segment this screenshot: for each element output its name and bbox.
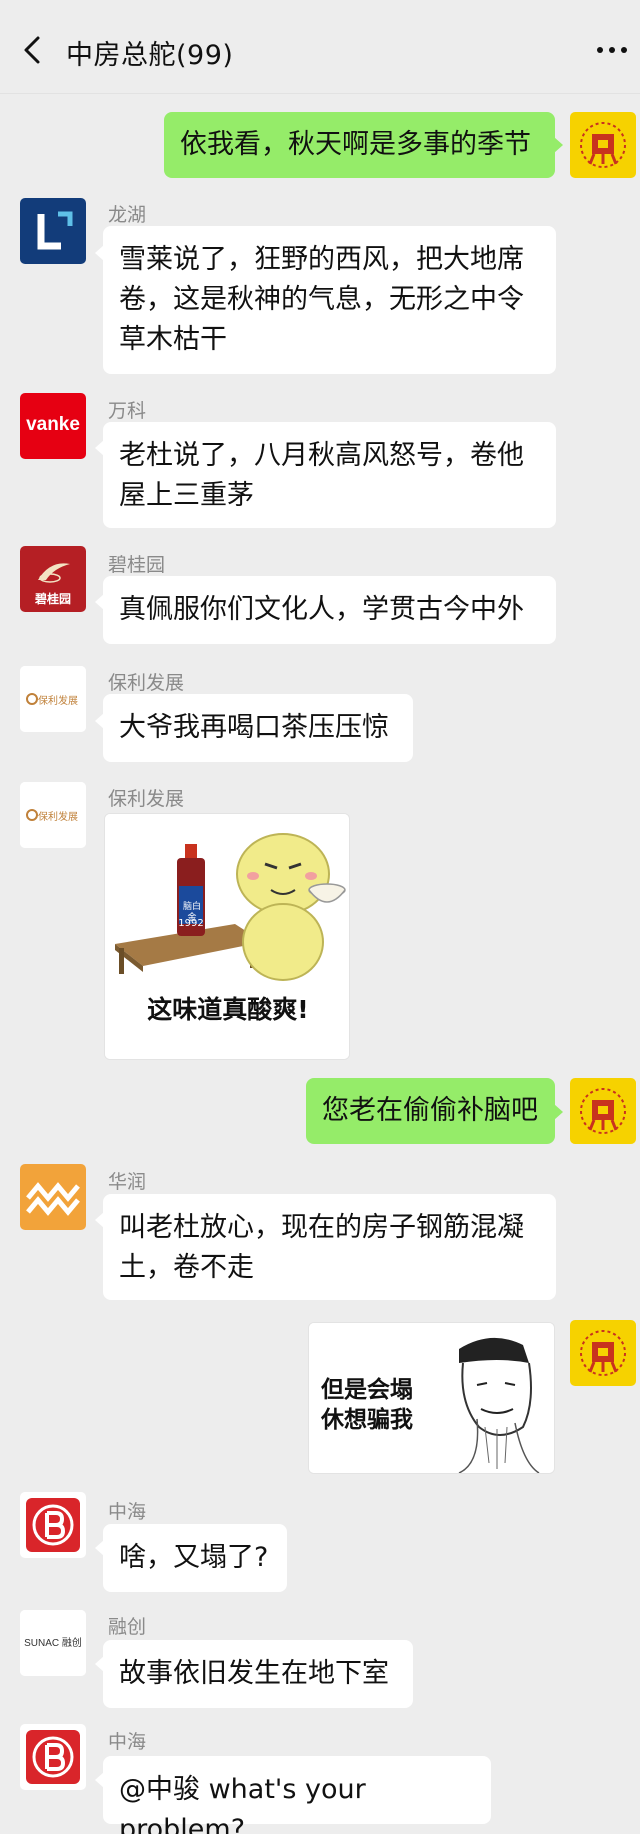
message-bubble-incoming[interactable]: 大爷我再喝口茶压压惊 <box>103 694 413 762</box>
message-bubble-incoming[interactable]: 老杜说了，八月秋高风怒号，卷他 屋上三重茅 <box>103 422 556 528</box>
message-bubble-incoming[interactable]: 真佩服你们文化人，学贯古今中外 <box>103 576 556 644</box>
sender-name: 中海 <box>108 1501 147 1523</box>
message-bubble-incoming[interactable]: 叫老杜放心，现在的房子钢筋混凝 土，卷不走 <box>103 1194 556 1300</box>
poly-logo-text: 保利发展 <box>38 696 78 707</box>
sticker-caption: 这味道真酸爽! <box>147 995 309 1024</box>
sticker-image[interactable]: 但是会塌 休想骗我 <box>308 1322 555 1474</box>
message-bubble-outgoing[interactable]: 您老在偷偷补脑吧 <box>306 1078 555 1144</box>
avatar-cr[interactable] <box>20 1164 86 1230</box>
avatar-coli[interactable] <box>20 1724 86 1790</box>
my-avatar[interactable] <box>570 112 636 178</box>
sunac-logo-text: SUNAC 融创 <box>24 1638 82 1649</box>
sender-name: 碧桂园 <box>108 554 166 576</box>
back-arrow-icon[interactable] <box>18 34 50 66</box>
more-options-icon[interactable] <box>594 40 630 60</box>
sender-name: 保利发展 <box>108 788 185 810</box>
avatar-vanke[interactable]: vanke <box>20 393 86 459</box>
message-bubble-incoming[interactable]: 雪莱说了，狂野的西风，把大地席 卷，这是秋神的气息，无形之中令 草木枯干 <box>103 226 556 374</box>
sender-name: 保利发展 <box>108 672 185 694</box>
sticker-caption: 但是会塌 休想骗我 <box>321 1377 413 1433</box>
vanke-logo-text: vanke <box>26 414 80 435</box>
avatar-bgy[interactable]: 碧桂园 <box>20 546 86 612</box>
chat-title: 中房总舵(99) <box>66 40 234 71</box>
bubble-tail <box>554 1104 563 1120</box>
my-avatar[interactable] <box>570 1320 636 1386</box>
avatar-sunac[interactable]: SUNAC 融创 <box>20 1610 86 1676</box>
message-bubble-incoming[interactable]: @中骏 what's your problem? <box>103 1756 491 1834</box>
sender-name: 融创 <box>108 1616 147 1638</box>
bubble-tail <box>554 137 563 153</box>
poly-logo-text: 保利发展 <box>38 812 78 823</box>
sender-name: 华润 <box>108 1171 147 1193</box>
my-avatar[interactable] <box>570 1078 636 1144</box>
avatar-poly[interactable]: 保利发展 <box>20 666 86 732</box>
header-divider <box>0 93 640 94</box>
chat-header: 中房总舵(99) <box>0 0 640 94</box>
avatar-coli[interactable] <box>20 1492 86 1558</box>
sticker-image[interactable]: 脑白金 1992 这味道真酸爽! <box>104 813 350 1060</box>
bgy-logo-text: 碧桂园 <box>34 592 71 606</box>
avatar-poly[interactable]: 保利发展 <box>20 782 86 848</box>
message-bubble-incoming[interactable]: 故事依旧发生在地下室 <box>103 1640 413 1708</box>
sender-name: 万科 <box>108 400 147 422</box>
sender-name: 中海 <box>108 1731 147 1753</box>
message-bubble-outgoing[interactable]: 依我看，秋天啊是多事的季节 <box>164 112 555 178</box>
sender-name: 龙湖 <box>108 204 147 226</box>
avatar-longfor[interactable] <box>20 198 86 264</box>
message-bubble-incoming[interactable]: 啥，又塌了? <box>103 1524 287 1592</box>
bottle-year: 1992 <box>178 918 204 929</box>
